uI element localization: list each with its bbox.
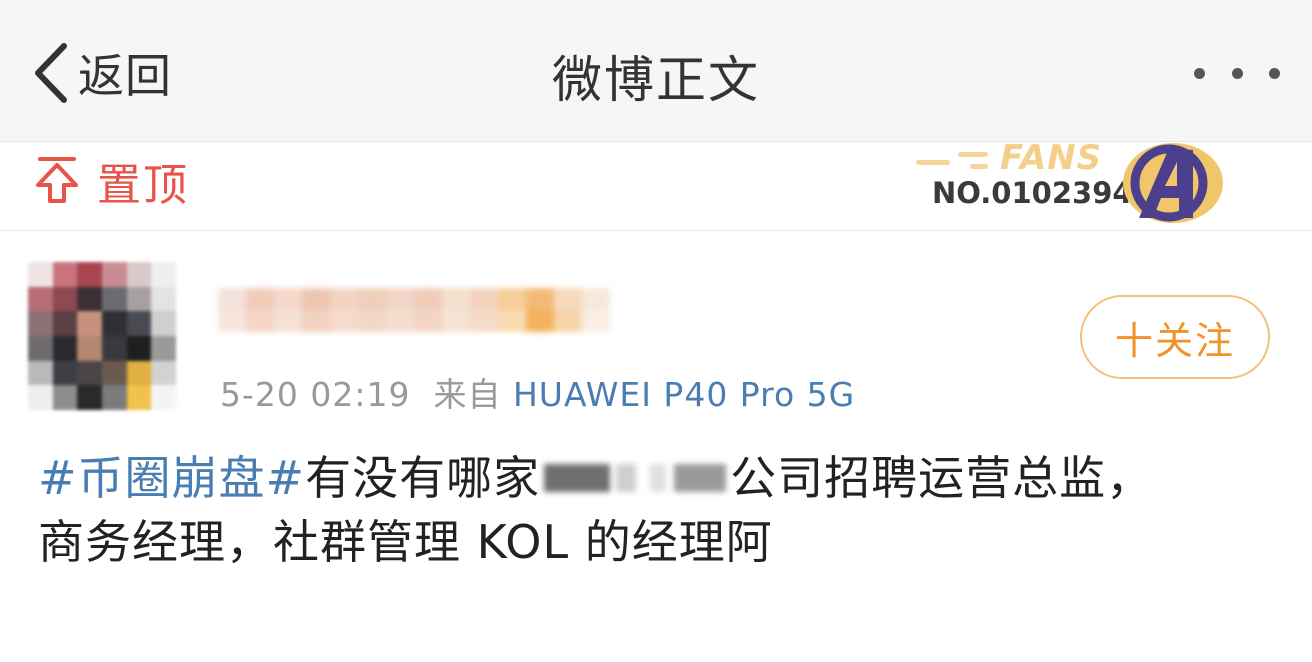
- more-dots-icon: [1231, 67, 1243, 79]
- username[interactable]: [218, 288, 638, 332]
- follow-button[interactable]: 十关注: [1080, 295, 1270, 379]
- post-meta: 5-20 02:19 来自 HUAWEI P40 Pro 5G: [220, 368, 855, 416]
- redacted-text: [540, 456, 730, 500]
- follow-label: 十关注: [1114, 318, 1235, 363]
- more-options-button[interactable]: [1194, 58, 1280, 88]
- fans-badge: FANS NO.0102394: [910, 138, 1230, 226]
- timestamp: 5-20 02:19: [220, 375, 411, 414]
- device-link[interactable]: HUAWEI P40 Pro 5G: [513, 375, 855, 414]
- more-dots-icon: [1194, 67, 1205, 79]
- topic-link[interactable]: #币圈崩盘#: [38, 451, 305, 505]
- content-text-2: 公司招聘运营总监，: [730, 451, 1154, 505]
- fans-text: FANS: [1000, 138, 1103, 178]
- fans-number: NO.0102394: [932, 176, 1133, 210]
- page-title: 微博正文: [552, 51, 760, 109]
- pinned-label: 置顶: [97, 160, 189, 211]
- pin-top-icon: [36, 157, 78, 203]
- source-prefix: 来自: [433, 375, 502, 414]
- post-content: #币圈崩盘#有没有哪家 公司招聘运营总监， 商务经理，社群管理 KOL 的经理阿: [38, 446, 1288, 574]
- content-text-3: 商务经理，社群管理 KOL 的经理阿: [38, 515, 773, 569]
- more-dots-icon: [1269, 67, 1280, 79]
- avatar[interactable]: [28, 262, 176, 410]
- avengers-a-icon: [1123, 143, 1223, 223]
- content-text-1: 有没有哪家: [305, 451, 541, 505]
- top-navbar: 返回 微博正文: [0, 0, 1312, 142]
